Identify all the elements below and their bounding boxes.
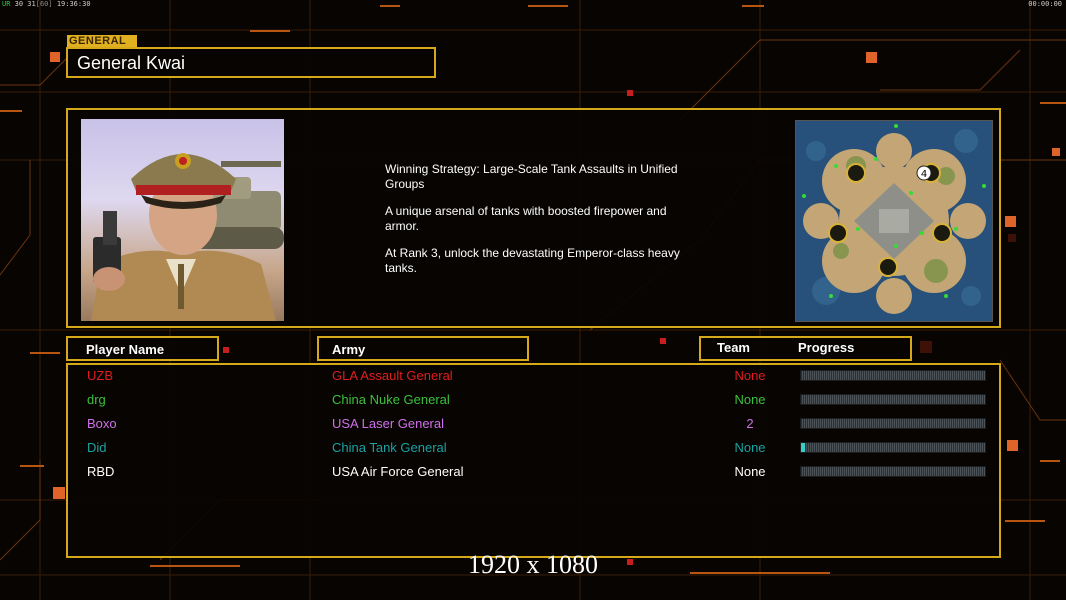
player-name: Boxo [87, 416, 117, 431]
loading-progress-bar [800, 394, 986, 405]
team-progress-header: Team Progress [699, 336, 912, 361]
progress-header-label: Progress [798, 340, 855, 355]
player-row: Boxo USA Laser General 2 [68, 414, 999, 438]
player-army: USA Air Force General [332, 464, 464, 479]
general-portrait [81, 119, 284, 321]
player-name: Did [87, 440, 107, 455]
player-name-header-label: Player Name [86, 342, 165, 357]
player-name: UZB [87, 368, 113, 383]
minimap-player-count: 4 [921, 169, 927, 180]
player-name: drg [87, 392, 106, 407]
general-name-box: General Kwai [66, 47, 436, 78]
general-tag: GENERAL [67, 35, 137, 47]
resolution-overlay: 1920 x 1080 [468, 550, 598, 579]
loading-progress-bar [800, 442, 986, 453]
team-header-label: Team [717, 340, 750, 355]
player-team: None [734, 464, 766, 479]
loading-progress-bar [800, 418, 986, 429]
army-header-label: Army [332, 342, 366, 357]
fps-values: 30 31 [14, 0, 36, 8]
player-army: China Nuke General [332, 392, 450, 407]
loading-progress-bar [800, 370, 986, 381]
player-team: 2 [746, 416, 754, 431]
player-name-header: Player Name [66, 336, 219, 361]
loading-progress-bar [800, 466, 986, 477]
player-army: USA Laser General [332, 416, 445, 431]
player-team: None [734, 368, 766, 383]
strategy-line: Winning Strategy: Large-Scale Tank Assau… [385, 162, 678, 191]
player-list: UZB GLA Assault General None drg China N… [66, 363, 1001, 558]
general-name: General Kwai [77, 53, 186, 73]
strategy-line: At Rank 3, unlock the devastating Empero… [385, 246, 680, 275]
strategy-line: A unique arsenal of tanks with boosted f… [385, 204, 667, 233]
player-row: RBD USA Air Force General None [68, 462, 999, 486]
player-team: None [734, 440, 766, 455]
ur-label: UR [2, 0, 11, 8]
player-team: None [734, 392, 766, 407]
progress-fill [801, 443, 805, 452]
player-name: RBD [87, 464, 115, 479]
player-row: UZB GLA Assault General None [68, 366, 999, 390]
player-row: drg China Nuke General None [68, 390, 999, 414]
fps-limit: [60] [35, 0, 53, 8]
minimap: 4 [795, 120, 993, 322]
general-info-panel: Winning Strategy: Large-Scale Tank Assau… [66, 108, 1001, 328]
player-army: GLA Assault General [332, 368, 453, 383]
player-row: Did China Tank General None [68, 438, 999, 462]
match-timer: 00:00:00 [1028, 0, 1062, 8]
player-army: China Tank General [332, 440, 447, 455]
fps-counter: UR 30 31[60] 19:36:30 [2, 0, 91, 8]
clock: 19:36:30 [56, 0, 91, 8]
strategy-text: Winning Strategy: Large-Scale Tank Assau… [385, 162, 715, 288]
army-header: Army [317, 336, 529, 361]
